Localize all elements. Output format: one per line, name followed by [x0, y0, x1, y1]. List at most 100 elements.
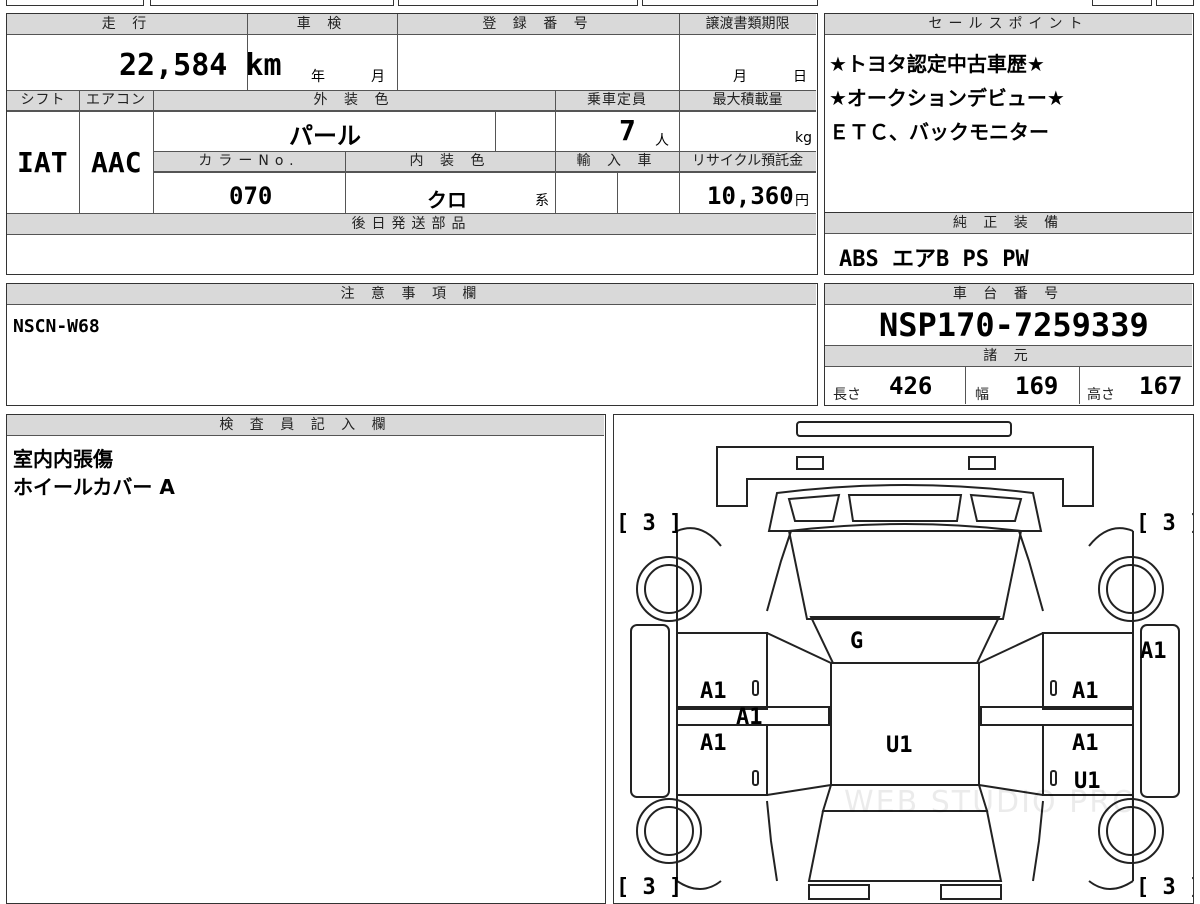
windshield-shape	[809, 616, 1001, 664]
front-lamp-left-shape	[787, 493, 841, 522]
damage-diagram-box: [ 3 ] [ 3 ] [ 3 ] [ 3 ] G U1 A1 A1 A1 A1…	[613, 414, 1194, 904]
chassis-number: NSP170-7259339	[879, 306, 1149, 344]
grid-line	[495, 111, 496, 151]
door-handle-shape	[1050, 680, 1057, 696]
transfer-month-unit: 月	[733, 69, 747, 85]
wheel-front-right-shape	[1098, 556, 1164, 622]
transfer-day-unit: 日	[793, 69, 807, 85]
exterior-color-header: 外 装 色	[153, 90, 555, 111]
spec-length-label: 長さ	[833, 387, 861, 403]
genuine-equipment-value: ABS エアB PS PW	[839, 247, 1029, 272]
damage-right-rear-door-mark: A1	[1072, 731, 1099, 756]
hood-shape	[787, 523, 1023, 620]
left-fender-shape	[766, 530, 792, 612]
mileage-value: 22,584 km	[119, 48, 282, 83]
grid-line	[7, 34, 816, 35]
wheel-front-left-shape	[636, 556, 702, 622]
later-parts-header: 後日発送部品	[7, 213, 816, 235]
top-strip-6	[1156, 0, 1194, 6]
spec-height-label: 高さ	[1087, 387, 1115, 403]
interior-color-suffix: 系	[535, 193, 549, 209]
chassis-box: 車 台 番 号 NSP170-7259339 諸 元 長さ 426 幅 169 …	[824, 283, 1194, 406]
mileage-header: 走 行	[7, 14, 247, 35]
headlight-right-shape	[968, 456, 996, 470]
right-fender-shape	[1018, 530, 1044, 612]
grid-line	[555, 90, 556, 213]
color-no-value: 070	[229, 182, 273, 210]
top-strip-4	[642, 0, 818, 6]
spec-width-label: 幅	[975, 387, 989, 403]
exterior-color-value: パール	[289, 122, 361, 150]
vehicle-info-box: 走 行 車 検 登 録 番 号 譲渡書類期限 22,584 km 年 月 月 日…	[6, 13, 818, 275]
color-no-header: カラーNo.	[153, 151, 345, 172]
grid-line	[397, 14, 398, 90]
interior-color-value: クロ	[427, 188, 467, 212]
inspection-month-unit: 月	[371, 69, 385, 85]
shift-header: シフト	[7, 90, 79, 111]
damage-right-fender-mark: A1	[1140, 639, 1167, 664]
sales-point-line: ★トヨタ認定中古車歴★	[829, 52, 1045, 76]
spec-height-value: 167	[1139, 372, 1183, 400]
grid-line	[153, 151, 816, 152]
sales-point-line: ★オークションデビュー★	[829, 86, 1065, 110]
imported-header: 輸 入 車	[555, 151, 679, 172]
top-strip-3	[398, 0, 638, 6]
grid-line	[345, 151, 346, 213]
inspection-year-unit: 年	[311, 69, 325, 85]
inspector-header: 検 査 員 記 入 欄	[7, 415, 604, 436]
grid-line	[153, 90, 154, 213]
left-outer-panel-shape	[630, 624, 670, 798]
grid-line	[1079, 366, 1080, 404]
sales-point-box: セールスポイント ★トヨタ認定中古車歴★ ★オークションデビュー★ ＥＴＣ、バッ…	[824, 13, 1194, 213]
grid-line	[153, 172, 816, 173]
top-strip-2	[150, 0, 394, 6]
damage-left-front-door-mark: A1	[700, 679, 727, 704]
grid-line	[965, 366, 966, 404]
inspector-box: 検 査 員 記 入 欄 室内内張傷 ホイールカバー A	[6, 414, 606, 904]
top-strip-1	[6, 0, 144, 6]
notes-value: NSCN-W68	[13, 316, 100, 337]
interior-color-header: 内 装 色	[345, 151, 555, 172]
grid-line	[247, 14, 248, 90]
roof-shape	[830, 662, 980, 786]
front-end-shape	[716, 446, 1094, 507]
recycle-fee-value: 10,360	[707, 182, 794, 210]
headlight-left-shape	[796, 456, 824, 470]
damage-left-rear-door-mark: A1	[700, 731, 727, 756]
inspection-header: 車 検	[247, 14, 397, 35]
aircon-value: AAC	[91, 146, 142, 179]
max-load-header: 最大積載量	[679, 90, 816, 111]
top-strip-5	[1092, 0, 1152, 6]
sales-point-line: ＥＴＣ、バックモニター	[829, 120, 1049, 144]
right-pillar-shape	[978, 632, 1044, 796]
grid-line	[7, 111, 816, 112]
chassis-header: 車 台 番 号	[825, 284, 1192, 305]
trunk-shape	[807, 810, 1003, 882]
capacity-value: 7	[619, 114, 636, 147]
grid-line	[617, 172, 618, 213]
shift-value: IAT	[17, 146, 68, 179]
notes-header: 注 意 事 項 欄	[7, 284, 816, 305]
grid-line	[7, 90, 816, 91]
damage-roof-mark: U1	[886, 733, 913, 758]
recycle-fee-unit: 円	[795, 193, 809, 209]
specs-header: 諸 元	[825, 345, 1192, 367]
tire-front-left-mark: [ 3 ]	[616, 511, 683, 536]
tire-rear-right-mark: [ 3 ]	[1136, 875, 1193, 900]
inspector-note: ホイールカバー A	[13, 475, 175, 499]
wheel-front-right-inner-shape	[1106, 564, 1156, 614]
rear-bumper-shape	[808, 884, 870, 900]
front-lamp-right-shape	[969, 493, 1023, 522]
grid-line	[79, 90, 80, 213]
tire-front-right-mark: [ 3 ]	[1136, 511, 1193, 536]
spec-length-value: 426	[889, 372, 933, 400]
sales-point-header: セールスポイント	[825, 14, 1192, 35]
genuine-equipment-box: 純 正 装 備 ABS エアB PS PW	[824, 212, 1194, 275]
wheel-rear-left-inner-shape	[644, 806, 694, 856]
car-diagram	[630, 421, 1180, 900]
left-pillar-shape	[766, 632, 832, 796]
door-handle-shape	[752, 680, 759, 696]
wheel-front-left-inner-shape	[644, 564, 694, 614]
inspector-note: 室内内張傷	[13, 447, 113, 471]
rear-bumper-shape-2	[940, 884, 1002, 900]
